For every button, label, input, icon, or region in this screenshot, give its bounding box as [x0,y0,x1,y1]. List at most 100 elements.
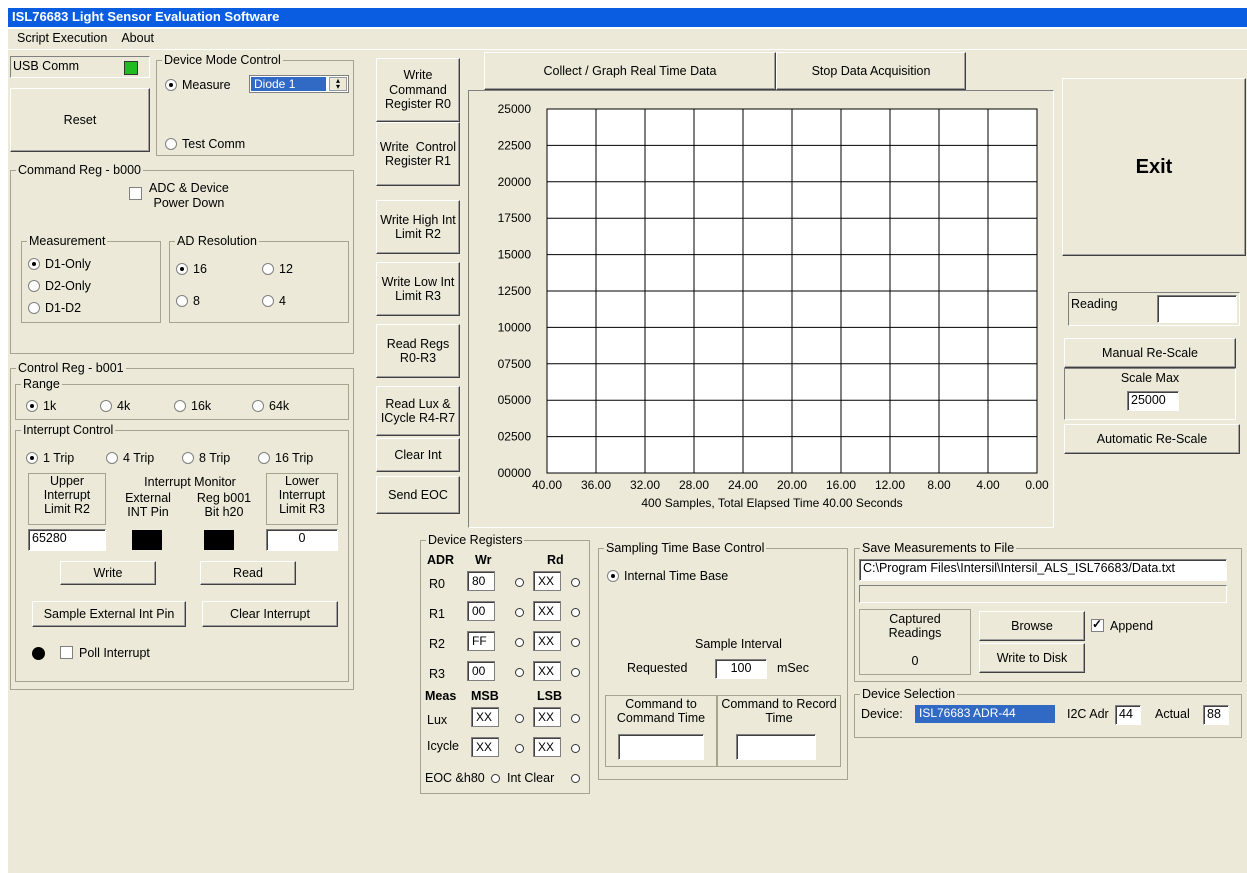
scale-max-label: Scale Max [1120,371,1180,385]
lower-limit-input[interactable]: 0 [266,529,338,551]
menu-bar: Script Execution About [8,29,1247,49]
reg-r3-wr[interactable]: 00 [467,661,495,681]
diode-spinner[interactable]: Diode 1 ▴ ▾ [249,75,349,93]
device-registers-group: Device Registers ADR Wr Rd R0 80 XX R1 0… [420,533,590,794]
range-4k-radio[interactable]: 4k [100,399,130,413]
append-checkbox[interactable]: Append [1091,617,1153,633]
trip-8-label: 8 Trip [199,451,231,465]
menu-about[interactable]: About [112,29,159,45]
x-tick-label: 0.00 [1025,478,1049,492]
d1-only-radio[interactable]: D1-Only [28,257,91,271]
range-16k-radio[interactable]: 16k [174,399,211,413]
range-64k-label: 64k [269,399,290,413]
i2c-adr-input[interactable]: 44 [1115,705,1141,725]
usb-comm-panel: USB Comm [10,56,150,78]
send-eoc-button[interactable]: Send EOC [376,476,460,514]
lux-msb: XX [471,707,499,727]
browse-button[interactable]: Browse [979,611,1085,641]
upper-limit-input[interactable]: 65280 [28,529,106,551]
trip-1-radio[interactable]: 1 Trip [26,451,74,465]
internal-time-base-radio[interactable]: Internal Time Base [607,569,728,583]
res-4-radio[interactable]: 4 [262,294,286,308]
radio-dot-icon [100,400,112,412]
collect-graph-button[interactable]: Collect / Graph Real Time Data [484,52,776,90]
range-1k-radio[interactable]: 1k [26,399,56,413]
manual-rescale-button[interactable]: Manual Re-Scale [1064,338,1236,368]
d1-only-label: D1-Only [45,257,91,271]
interrupt-control-group: Interrupt Control 1 Trip 4 Trip 8 Trip 1… [15,423,349,682]
trip-4-label: 4 Trip [123,451,155,465]
device-select[interactable]: ISL76683 ADR-44 [915,705,1055,723]
trip-4-radio[interactable]: 4 Trip [106,451,154,465]
measure-radio[interactable]: Measure [165,78,231,92]
clear-interrupt-button[interactable]: Clear Interrupt [202,601,338,627]
poll-interrupt-checkbox[interactable]: Poll Interrupt [60,646,150,660]
reset-button[interactable]: Reset [10,88,150,152]
adc-power-down-checkbox[interactable] [129,187,148,201]
x-tick-label: 28.00 [679,478,709,492]
trip-8-radio[interactable]: 8 Trip [182,451,230,465]
icycle-msb-led [515,744,524,753]
read-lux-icycle-r4-r7-button[interactable]: Read Lux & ICycle R4-R7 [376,386,460,436]
test-comm-label: Test Comm [182,137,246,151]
reg-r2-wr[interactable]: FF [467,631,495,651]
x-axis-label: 400 Samples, Total Elapsed Time 40.00 Se… [641,496,902,510]
sample-interval-input[interactable]: 100 [715,659,767,679]
cmd-to-rec-label: Command to Record Time [721,697,837,725]
trip-16-radio[interactable]: 16 Trip [258,451,313,465]
y-tick-label: 22500 [498,138,532,152]
wr-header: Wr [475,553,492,567]
captured-readings-count: 0 [911,654,919,668]
progress-bar [859,585,1227,603]
reg-r0-rd-led [571,578,580,587]
radio-dot-icon [174,400,186,412]
device-selection-group: Device Selection Device: ISL76683 ADR-44… [854,687,1242,738]
radio-dot-icon [26,452,38,464]
measurement-legend: Measurement [27,234,108,248]
range-legend: Range [21,377,62,391]
range-16k-label: 16k [191,399,212,413]
menu-script-execution[interactable]: Script Execution [8,29,112,45]
reading-value [1157,295,1237,323]
reg-r2-rd: XX [533,631,561,651]
write-low-int-limit-r3-button[interactable]: Write Low Int Limit R3 [376,262,460,316]
d2-only-radio[interactable]: D2-Only [28,279,91,293]
res-8-radio[interactable]: 8 [176,294,200,308]
cmd-to-rec-box: Command to Record Time [717,695,841,767]
read-regs-r0-r3-button[interactable]: Read Regs R0-R3 [376,324,460,378]
reg-r1-wr[interactable]: 00 [467,601,495,621]
automatic-rescale-button[interactable]: Automatic Re-Scale [1064,424,1240,454]
y-tick-label: 10000 [498,320,532,334]
y-tick-label: 02500 [498,430,532,444]
radio-dot-icon [28,258,40,270]
d1-d2-radio[interactable]: D1-D2 [28,301,81,315]
res-12-radio[interactable]: 12 [262,262,293,276]
exit-button[interactable]: Exit [1062,78,1246,256]
write-to-disk-button[interactable]: Write to Disk [979,643,1085,673]
read-button[interactable]: Read [200,561,296,585]
stop-data-acquisition-button[interactable]: Stop Data Acquisition [776,52,966,90]
scale-max-input[interactable]: 25000 [1127,391,1179,411]
main-window: USB Comm Reset Device Mode Control Measu… [8,50,1247,873]
reg-r0-wr-led [515,578,524,587]
write-high-int-limit-r2-button[interactable]: Write High Int Limit R2 [376,200,460,254]
sample-external-int-pin-button[interactable]: Sample External Int Pin [32,601,186,627]
res-16-radio[interactable]: 16 [176,262,207,276]
reg-bit-label: Reg b001 Bit h20 [196,491,252,519]
d1-d2-label: D1-D2 [45,301,82,315]
test-comm-radio[interactable]: Test Comm [165,137,245,151]
reg-r0-wr[interactable]: 80 [467,571,495,591]
write-command-register-r0-button[interactable]: Write Command Register R0 [376,58,460,122]
save-measurements-group: Save Measurements to File C:\Program Fil… [854,541,1242,682]
file-path-input[interactable]: C:\Program Files\Intersil\Intersil_ALS_I… [859,559,1227,581]
spinner-arrows-icon[interactable]: ▴ ▾ [329,77,347,91]
radio-dot-icon [262,263,274,275]
reg-bit-indicator [204,530,234,550]
clear-int-button[interactable]: Clear Int [376,438,460,472]
usb-status-indicator [124,61,138,75]
actual-label: Actual [1155,707,1190,721]
int-clear-label: Int Clear [507,771,555,785]
range-64k-radio[interactable]: 64k [252,399,289,413]
write-button[interactable]: Write [60,561,156,585]
write-control-register-r1-button[interactable]: Write Control Register R1 [376,122,460,186]
